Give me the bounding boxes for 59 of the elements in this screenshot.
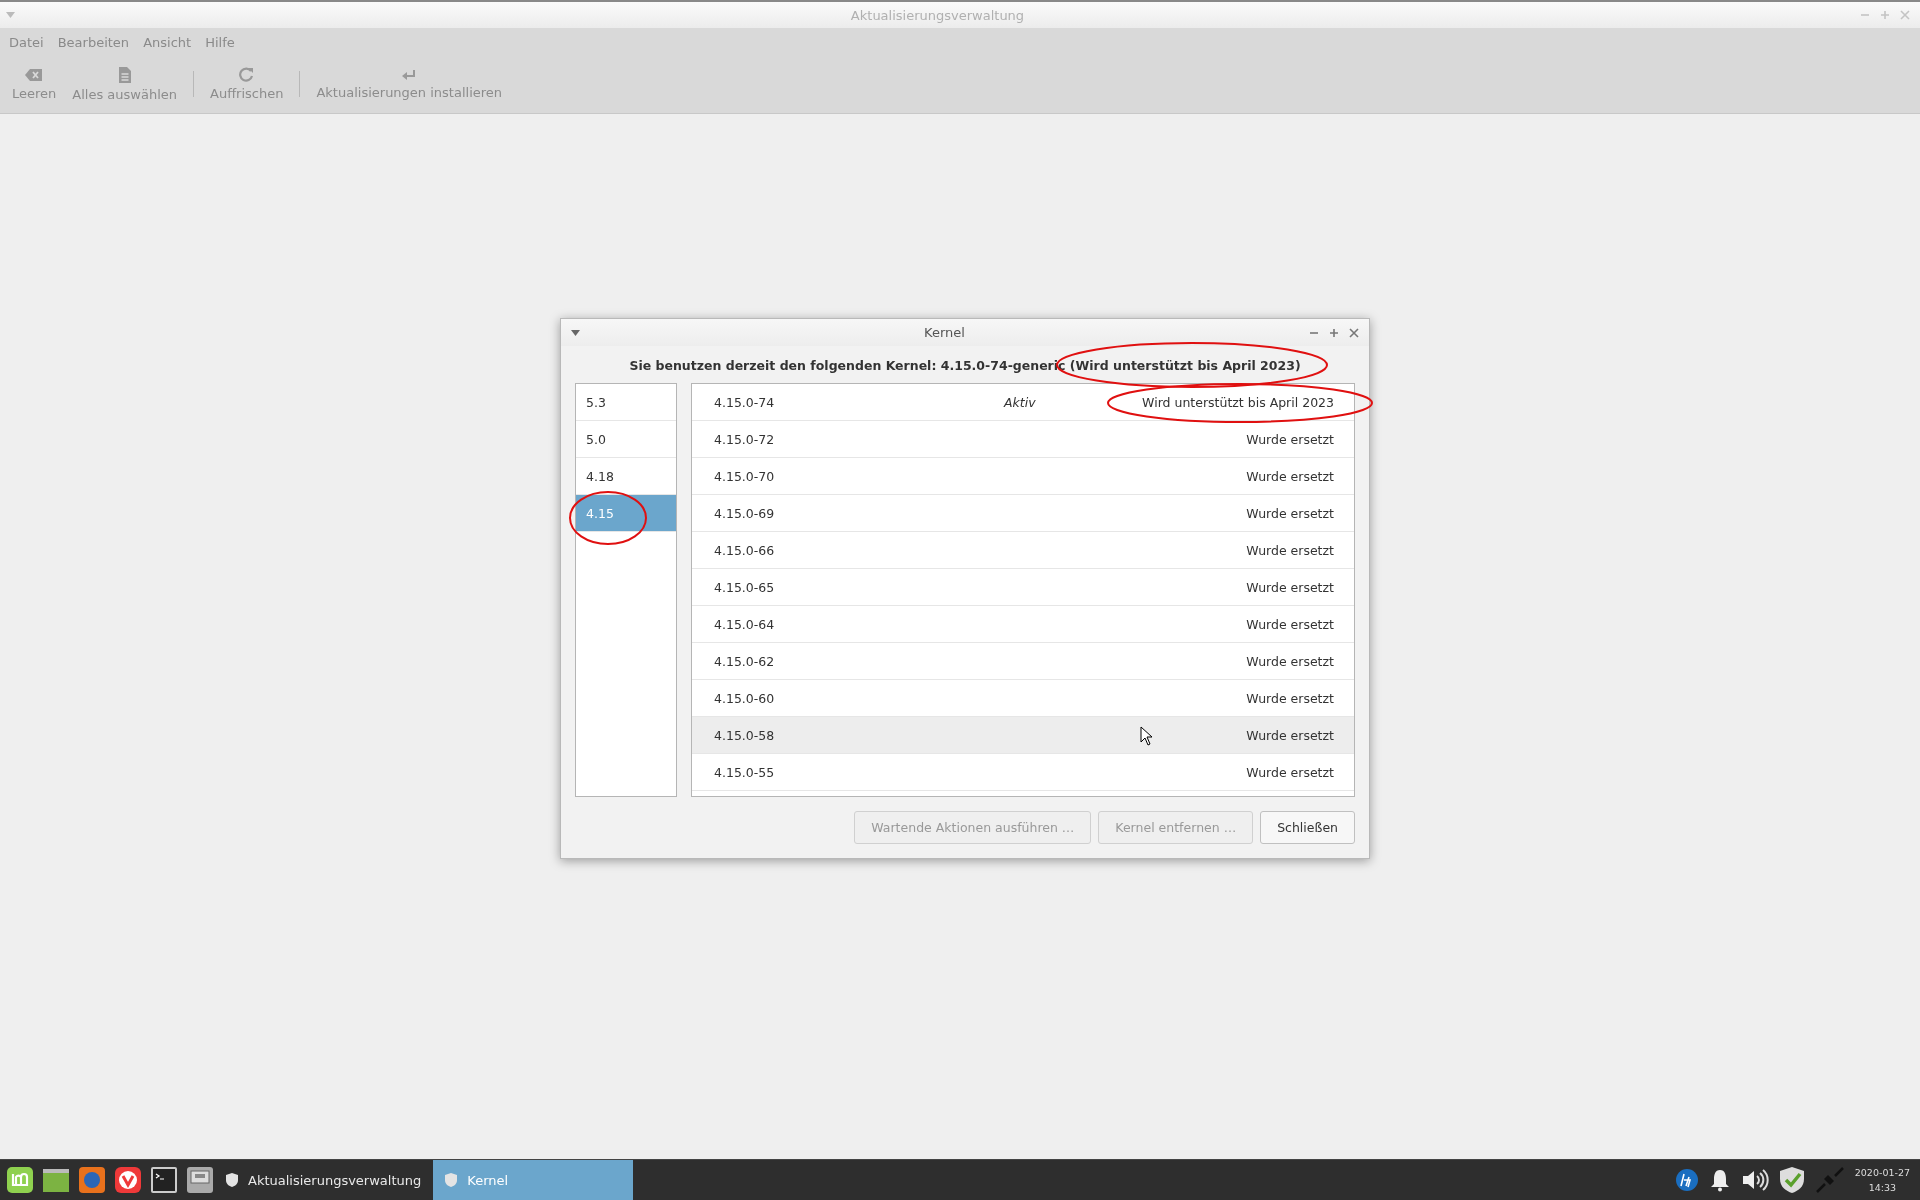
clock-date: 2020-01-27 [1854,1167,1910,1178]
support-status: Wurde ersetzt [1246,690,1334,706]
kernel-version: 4.15.0-62 [714,653,776,669]
refresh-icon [239,67,255,82]
shield-icon [226,1173,238,1187]
series-item[interactable]: 5.0 [576,421,676,458]
dialog-title: Kernel [923,325,966,340]
kernel-version: 4.15.0-74 [714,394,776,410]
kernel-row[interactable]: 4.15.0-66 Wurde ersetzt [692,532,1354,569]
kernel-row[interactable]: 4.15.0-74 Aktiv Wird unterstützt bis April 2023 [692,384,1354,421]
kernel-version: 4.15.0-60 [714,690,776,706]
kernel-version: 4.15.0-70 [714,468,776,484]
clock[interactable]: 2020-01-27 14:33 [1854,1167,1910,1193]
shield-icon [445,1173,458,1187]
v-logo-icon[interactable] [114,1166,142,1194]
globe-icon[interactable] [78,1166,106,1194]
maximize-icon[interactable] [1329,327,1339,338]
close-icon[interactable] [1349,327,1359,338]
mouse-pointer-icon [1140,726,1154,746]
kernel-row[interactable]: 4.15.0-64 Wurde ersetzt [692,606,1354,643]
kernel-version: 4.15.0-66 [714,542,776,558]
kernel-version: 4.15.0-58 [714,727,776,743]
kernel-row[interactable]: 4.15.0-58 Wurde ersetzt [692,717,1354,754]
kernel-version: 4.15.0-64 [714,616,776,632]
document-icon [117,66,132,83]
kernel-row[interactable]: 4.15.0-70 Wurde ersetzt [692,458,1354,495]
kernel-version: 4.15.0-69 [714,505,776,521]
support-status: Wurde ersetzt [1246,764,1334,780]
kernel-row[interactable]: 4.15.0-62 Wurde ersetzt [692,643,1354,680]
dialog-button[interactable]: Schließen [1260,811,1355,844]
clear-icon [25,67,44,82]
support-status: Wurde ersetzt [1246,431,1334,447]
folder-icon[interactable] [42,1166,70,1194]
support-status: Wurde ersetzt [1246,468,1334,484]
kernel-status: Aktiv [1004,394,1037,410]
kernel-row[interactable]: 4.15.0-72 Wurde ersetzt [692,421,1354,458]
support-status: Wird unterstützt bis April 2023 [1142,394,1334,410]
volume-icon[interactable] [1740,1168,1769,1192]
kernel-row[interactable]: 4.15.0-65 Wurde ersetzt [692,569,1354,606]
window-title: Aktualisierungsverwaltung [849,7,1026,23]
window-menu-icon[interactable] [571,329,580,336]
support-status: Wurde ersetzt [1246,579,1334,595]
support-status: Wurde ersetzt [1246,542,1334,558]
support-status: Wurde ersetzt [1246,653,1334,669]
kernel-row[interactable]: 4.15.0-69 Wurde ersetzt [692,495,1354,532]
shield-check-icon[interactable] [1778,1166,1805,1194]
kernel-version: 4.15.0-65 [714,579,776,595]
terminal-icon[interactable] [150,1166,178,1194]
support-status: Wurde ersetzt [1246,616,1334,632]
return-arrow-icon [402,68,417,81]
support-status: Wurde ersetzt [1246,505,1334,521]
disk-drive-icon[interactable] [186,1166,214,1194]
kernel-version: 4.15.0-55 [714,764,776,780]
series-item[interactable]: 5.3 [576,384,676,421]
taskbar-window-button[interactable]: Aktualisierungsverwaltung [214,1160,434,1200]
kernel-row[interactable]: 4.15.0-55 Wurde ersetzt [692,754,1354,791]
support-status: Wurde ersetzt [1246,727,1334,743]
clock-time: 14:33 [1868,1182,1897,1193]
kernel-version: 4.15.0-72 [714,431,776,447]
